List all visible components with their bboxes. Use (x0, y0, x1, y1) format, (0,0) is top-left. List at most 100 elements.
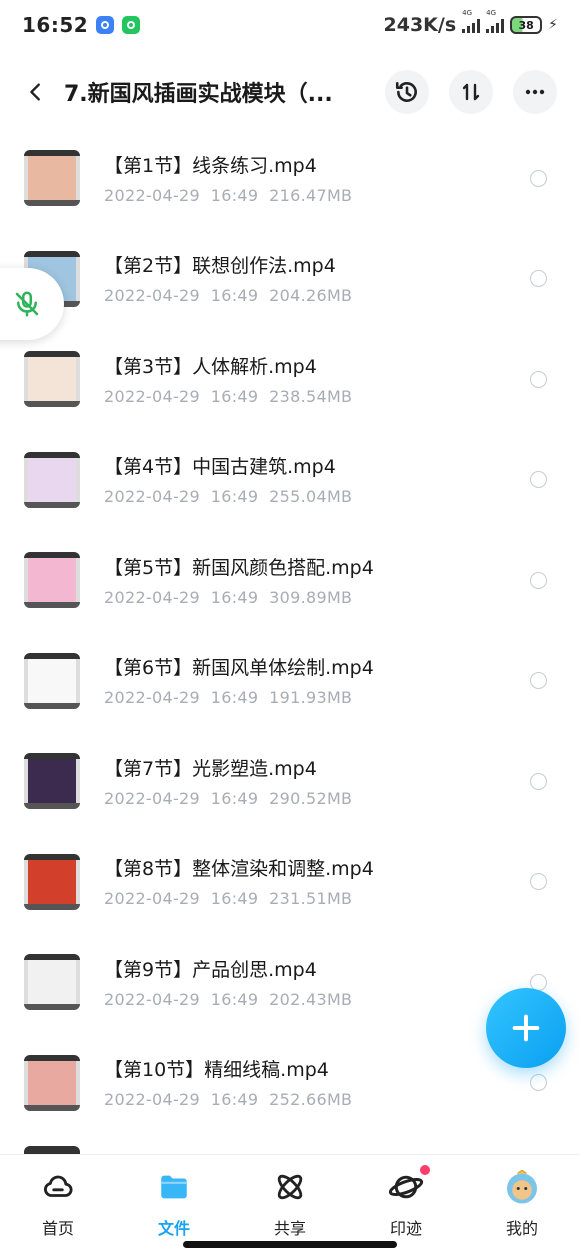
file-date: 2022-04-29 (104, 185, 200, 205)
list-item[interactable]: 【第3节】人体解析.mp4 2022-04-29 16:49 238.54MB (0, 329, 580, 430)
video-thumbnail (24, 652, 80, 709)
file-list: 【第1节】线条练习.mp4 2022-04-29 16:49 216.47MB 【第… (0, 128, 580, 1133)
back-button[interactable] (14, 70, 58, 114)
nav-mine[interactable]: 我的 (472, 1169, 572, 1239)
file-meta: 2022-04-29 16:49 216.47MB (104, 186, 352, 205)
chevron-left-icon (30, 83, 40, 101)
file-name: 【第6节】新国风单体绘制.mp4 (104, 657, 374, 680)
add-button[interactable] (486, 988, 566, 1068)
charging-icon: ⚡ (548, 17, 558, 33)
cloud-icon (40, 1169, 76, 1205)
list-item[interactable]: 【第2节】联想创作法.mp4 2022-04-29 16:49 204.26MB (0, 229, 580, 330)
file-size: 231.51MB (269, 889, 353, 909)
file-meta: 2022-04-29 16:49 238.54MB (104, 387, 352, 406)
plus-icon (512, 1014, 540, 1042)
nav-home[interactable]: 首页 (8, 1169, 108, 1239)
file-name: 【第7节】光影塑造.mp4 (104, 757, 317, 780)
file-size: 252.66MB (269, 1090, 353, 1110)
file-meta: 2022-04-29 16:49 202.43MB (104, 990, 352, 1009)
file-meta: 2022-04-29 16:49 252.66MB (104, 1090, 352, 1109)
select-radio[interactable] (530, 471, 547, 489)
list-item[interactable]: 【第8节】整体渲染和调整.mp4 2022-04-29 16:49 231.51M… (0, 832, 580, 933)
nav-label-mine: 我的 (505, 1219, 538, 1238)
file-name: 【第8节】整体渲染和调整.mp4 (104, 858, 374, 881)
select-radio[interactable] (530, 571, 547, 589)
home-indicator (183, 1241, 397, 1248)
nav-label-share: 共享 (273, 1219, 306, 1238)
file-size: 238.54MB (269, 386, 353, 406)
file-date: 2022-04-29 (104, 286, 200, 306)
select-radio[interactable] (530, 1074, 547, 1092)
network-speed: 243K/s (383, 14, 457, 36)
file-size: 216.47MB (269, 185, 353, 205)
file-time: 16:49 (210, 487, 259, 507)
select-radio[interactable] (530, 370, 547, 388)
history-icon (395, 82, 417, 102)
file-size: 290.52MB (269, 788, 353, 808)
file-name: 【第10节】精细线稿.mp4 (104, 1059, 329, 1082)
sort-button[interactable] (449, 70, 493, 114)
file-time: 16:49 (210, 688, 259, 708)
video-thumbnail (24, 150, 80, 207)
more-icon (525, 89, 545, 95)
status-bar: 16:52 243K/s 4G 4G 38 ⚡ (0, 0, 580, 50)
nav-files[interactable]: 文件 (124, 1169, 224, 1239)
file-time: 16:49 (210, 989, 259, 1009)
video-thumbnail (24, 1054, 80, 1111)
cloud-app-icon (96, 16, 115, 34)
nav-share[interactable]: 共享 (240, 1169, 340, 1239)
file-info: 【第1节】线条练习.mp4 2022-04-29 16:49 216.47MB (104, 152, 352, 205)
file-date: 2022-04-29 (104, 788, 200, 808)
file-info: 【第10节】精细线稿.mp4 2022-04-29 16:49 252.66MB (104, 1056, 352, 1109)
list-item[interactable]: 【第4节】中国古建筑.mp4 2022-04-29 16:49 255.04MB (0, 430, 580, 531)
select-radio[interactable] (530, 772, 547, 790)
select-radio[interactable] (530, 672, 547, 690)
video-thumbnail (24, 351, 80, 408)
sort-icon (462, 83, 480, 101)
file-time: 16:49 (210, 889, 259, 909)
file-info: 【第3节】人体解析.mp4 2022-04-29 16:49 238.54MB (104, 353, 352, 406)
file-info: 【第8节】整体渲染和调整.mp4 2022-04-29 16:49 231.51M… (104, 855, 374, 908)
file-name: 【第1节】线条练习.mp4 (104, 154, 317, 177)
select-radio[interactable] (530, 873, 547, 891)
list-item[interactable]: 【第1节】线条练习.mp4 2022-04-29 16:49 216.47MB (0, 128, 580, 229)
file-time: 16:49 (210, 286, 259, 306)
file-time: 16:49 (210, 1090, 259, 1110)
file-date: 2022-04-29 (104, 386, 200, 406)
file-size: 191.93MB (269, 688, 353, 708)
file-meta: 2022-04-29 16:49 191.93MB (104, 688, 374, 707)
video-thumbnail (24, 552, 80, 609)
signal-icon: 4G (486, 9, 505, 33)
header: 7.新国风插画实战模块（... (0, 62, 580, 122)
video-thumbnail (24, 753, 80, 810)
file-name: 【第9节】产品创思.mp4 (104, 958, 317, 981)
file-info: 【第4节】中国古建筑.mp4 2022-04-29 16:49 255.04MB (104, 453, 352, 506)
video-thumbnail (24, 954, 80, 1011)
file-time: 16:49 (210, 386, 259, 406)
avatar (504, 1169, 540, 1205)
file-info: 【第6节】新国风单体绘制.mp4 2022-04-29 16:49 191.93M… (104, 654, 374, 707)
history-button[interactable] (385, 70, 429, 114)
select-radio[interactable] (530, 270, 547, 288)
list-item[interactable]: 【第7节】光影塑造.mp4 2022-04-29 16:49 290.52MB (0, 731, 580, 832)
file-name: 【第4节】中国古建筑.mp4 (104, 456, 336, 479)
file-size: 255.04MB (269, 487, 353, 507)
file-meta: 2022-04-29 16:49 255.04MB (104, 487, 352, 506)
chat-app-icon (122, 16, 141, 34)
more-button[interactable] (513, 70, 557, 114)
file-meta: 2022-04-29 16:49 204.26MB (104, 286, 352, 305)
file-meta: 2022-04-29 16:49 290.52MB (104, 789, 352, 808)
file-meta: 2022-04-29 16:49 309.89MB (104, 588, 374, 607)
planet-icon (388, 1165, 430, 1205)
file-date: 2022-04-29 (104, 587, 200, 607)
list-item[interactable]: 【第6节】新国风单体绘制.mp4 2022-04-29 16:49 191.93M… (0, 631, 580, 732)
video-thumbnail (24, 853, 80, 910)
list-item[interactable]: 【第5节】新国风颜色搭配.mp4 2022-04-29 16:49 309.89M… (0, 530, 580, 631)
nav-moments[interactable]: 印迹 (356, 1165, 456, 1239)
video-thumbnail (24, 451, 80, 508)
file-meta: 2022-04-29 16:49 231.51MB (104, 889, 374, 908)
file-name: 【第3节】人体解析.mp4 (104, 355, 317, 378)
file-size: 309.89MB (269, 587, 353, 607)
file-time: 16:49 (210, 185, 259, 205)
select-radio[interactable] (530, 169, 547, 187)
